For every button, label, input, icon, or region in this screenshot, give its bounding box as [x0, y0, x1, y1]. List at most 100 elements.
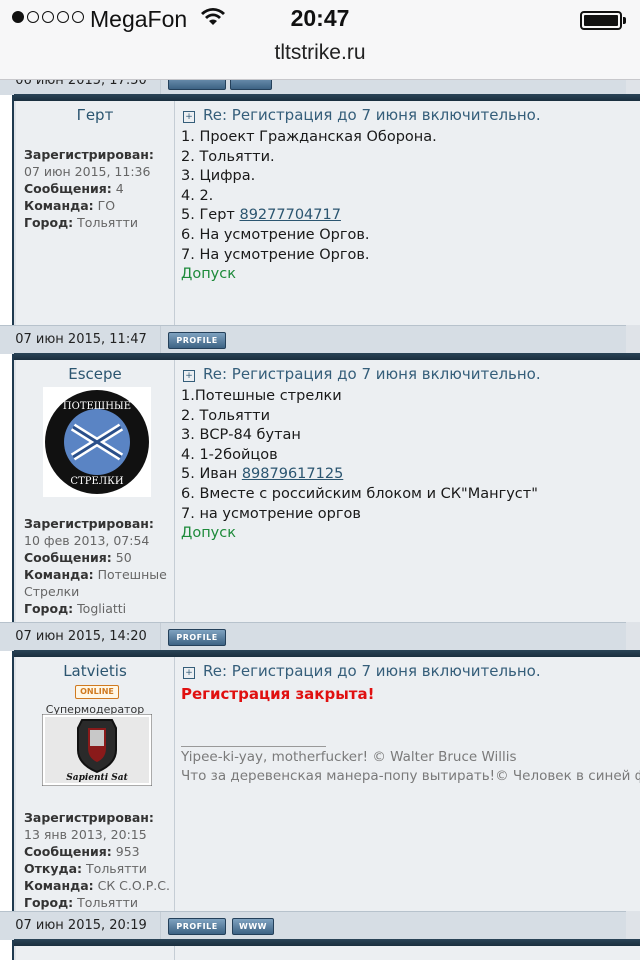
- clock: 20:47: [290, 5, 350, 31]
- avatar-caption: Sapienti Sat: [66, 773, 128, 783]
- post-date: 07 июн 2015, 20:19: [2, 912, 161, 940]
- avatar-caption: СТРЕЛКИ: [70, 476, 123, 487]
- body-line: 1. Проект Гражданская Оборона.: [181, 129, 437, 145]
- body-line: 4. 1-2бойцов: [181, 446, 278, 463]
- team-label: Команда:: [24, 567, 94, 582]
- messages-count: 953: [115, 844, 140, 859]
- signature-line: Что за деревенская манера-попу вытирать!…: [181, 768, 640, 784]
- city-value: Togliatti: [77, 601, 127, 616]
- body-line: 7. на усмотрение оргов: [181, 505, 361, 522]
- forum-post: [14, 946, 640, 960]
- phone-link[interactable]: 89879617125: [242, 466, 343, 482]
- www-button[interactable]: [230, 80, 272, 90]
- city-value: Тольятти: [77, 895, 139, 910]
- messages-label: Сообщения:: [24, 844, 112, 859]
- from-label: Откуда:: [24, 861, 83, 876]
- message-panel: + Re: Регистрация до 7 июня включительно.…: [175, 657, 640, 911]
- profile-button[interactable]: PROFILE: [168, 332, 226, 349]
- author-name[interactable]: Escepe: [16, 365, 174, 383]
- city-value: Тольятти: [77, 215, 139, 230]
- body-line: 6. На усмотрение Оргов.: [181, 226, 370, 243]
- city-label: Город:: [24, 215, 74, 230]
- address-bar[interactable]: tltstrike.ru: [0, 40, 640, 80]
- status-bar: MegaFon 20:47: [0, 0, 640, 40]
- online-badge: ONLINE: [75, 685, 119, 699]
- body-line: 7. На усмотрение Оргов.: [181, 246, 370, 263]
- avatar: ПОТЕШНЫЕ СТРЕЛКИ: [43, 387, 151, 497]
- message-panel: + Re: Регистрация до 7 июня включительно.…: [175, 101, 640, 325]
- profile-button[interactable]: PROFILE: [168, 918, 226, 935]
- message-panel: [175, 946, 640, 960]
- body-line: 2. Тольятти: [181, 407, 271, 424]
- battery-icon: [580, 11, 626, 30]
- registration-closed-notice: Регистрация закрыта!: [181, 685, 375, 703]
- post-body: Регистрация закрыта!: [181, 685, 374, 705]
- admission-status: Допуск: [181, 525, 236, 542]
- registered-date: 10 фев 2013, 07:54: [24, 533, 150, 548]
- body-line: 3. ВСР-84 бутан: [181, 427, 301, 444]
- subject-text[interactable]: Re: Регистрация до 7 июня включительно.: [203, 662, 541, 680]
- body-line: 5. Иван: [181, 466, 242, 483]
- post-link-icon[interactable]: +: [183, 111, 195, 123]
- subject-text[interactable]: Re: Регистрация до 7 июня включительно.: [203, 106, 541, 124]
- admission-status: Допуск: [181, 266, 236, 283]
- post-subject[interactable]: + Re: Регистрация до 7 июня включительно.: [183, 365, 541, 383]
- team-value: Потешные: [97, 567, 167, 582]
- left-border: [0, 80, 14, 960]
- team-label: Команда:: [24, 878, 94, 893]
- phone-link[interactable]: 89277704717: [239, 207, 340, 223]
- author-name[interactable]: Latvietis: [16, 662, 174, 680]
- author-panel: [16, 946, 175, 960]
- post-date: 07 июн 2015, 14:20: [2, 623, 161, 651]
- forum-post: Escepe ПОТЕШНЫЕ СТРЕЛКИ Зарегистрирован:…: [14, 360, 640, 622]
- post-subject[interactable]: + Re: Регистрация до 7 июня включительно.: [183, 106, 541, 124]
- profile-button[interactable]: PROFILE: [168, 629, 226, 646]
- team-value: ГО: [97, 198, 116, 213]
- post-footer: 06 июн 2015, 17:50: [0, 80, 626, 95]
- post-date: 07 июн 2015, 11:47: [2, 326, 161, 354]
- www-button[interactable]: WWW: [232, 918, 274, 935]
- author-panel: Escepe ПОТЕШНЫЕ СТРЕЛКИ Зарегистрирован:…: [16, 360, 175, 622]
- signature-line: Yipee-ki-yay, motherfucker! © Walter Bru…: [181, 749, 517, 765]
- post-separator: [14, 353, 640, 360]
- url-text[interactable]: tltstrike.ru: [0, 40, 640, 66]
- body-line: 1.Потешные стрелки: [181, 388, 342, 404]
- author-name[interactable]: Герт: [16, 106, 174, 124]
- author-info: Зарегистрирован: 13 янв 2013, 20:15 Сооб…: [24, 809, 172, 911]
- registered-label: Зарегистрирован:: [24, 147, 154, 162]
- message-panel: + Re: Регистрация до 7 июня включительно.…: [175, 360, 640, 622]
- post-footer: 07 июн 2015, 14:20 PROFILE: [0, 622, 626, 651]
- registered-date: 07 июн 2015, 11:36: [24, 164, 151, 179]
- registered-label: Зарегистрирован:: [24, 516, 154, 531]
- signature: Yipee-ki-yay, motherfucker! © Walter Bru…: [181, 748, 640, 786]
- avatar-caption: ПОТЕШНЫЕ: [63, 401, 131, 412]
- post-footer: 07 июн 2015, 20:19 PROFILE WWW: [0, 911, 626, 940]
- author-info: Зарегистрирован: 10 фев 2013, 07:54 Сооб…: [24, 515, 172, 617]
- messages-count: 50: [115, 550, 132, 565]
- post-date: 06 июн 2015, 17:50: [2, 80, 161, 95]
- forum-thread: 06 июн 2015, 17:50 Герт Зарегистрирован:…: [0, 80, 640, 960]
- profile-button[interactable]: [168, 80, 226, 90]
- registered-label: Зарегистрирован:: [24, 810, 154, 825]
- post-body: 1. Проект Гражданская Оборона. 2. Тольят…: [181, 128, 437, 285]
- post-separator: [14, 650, 640, 657]
- body-line: 4. 2.: [181, 187, 214, 204]
- author-panel: Latvietis ONLINE Супермодератор Sapienti…: [16, 657, 175, 911]
- avatar: Sapienti Sat: [42, 714, 152, 786]
- post-link-icon[interactable]: +: [183, 667, 195, 679]
- team-value: Стрелки: [24, 584, 80, 599]
- body-line: 6. Вместе с российским блоком и СК"Мангу…: [181, 485, 538, 502]
- signature-divider: [181, 746, 326, 747]
- body-line: 2. Тольятти.: [181, 148, 275, 165]
- post-separator: [14, 94, 640, 101]
- forum-post: Latvietis ONLINE Супермодератор Sapienti…: [14, 657, 640, 911]
- post-subject[interactable]: + Re: Регистрация до 7 июня включительно.: [183, 662, 541, 680]
- post-link-icon[interactable]: +: [183, 370, 195, 382]
- body-line: 5. Герт: [181, 207, 240, 224]
- registered-date: 13 янв 2013, 20:15: [24, 827, 147, 842]
- subject-text[interactable]: Re: Регистрация до 7 июня включительно.: [203, 365, 541, 383]
- team-value: СК С.О.Р.С.: [97, 878, 170, 893]
- author-panel: Герт Зарегистрирован: 07 июн 2015, 11:36…: [16, 101, 175, 325]
- city-label: Город:: [24, 601, 74, 616]
- post-footer: 07 июн 2015, 11:47 PROFILE: [0, 325, 626, 354]
